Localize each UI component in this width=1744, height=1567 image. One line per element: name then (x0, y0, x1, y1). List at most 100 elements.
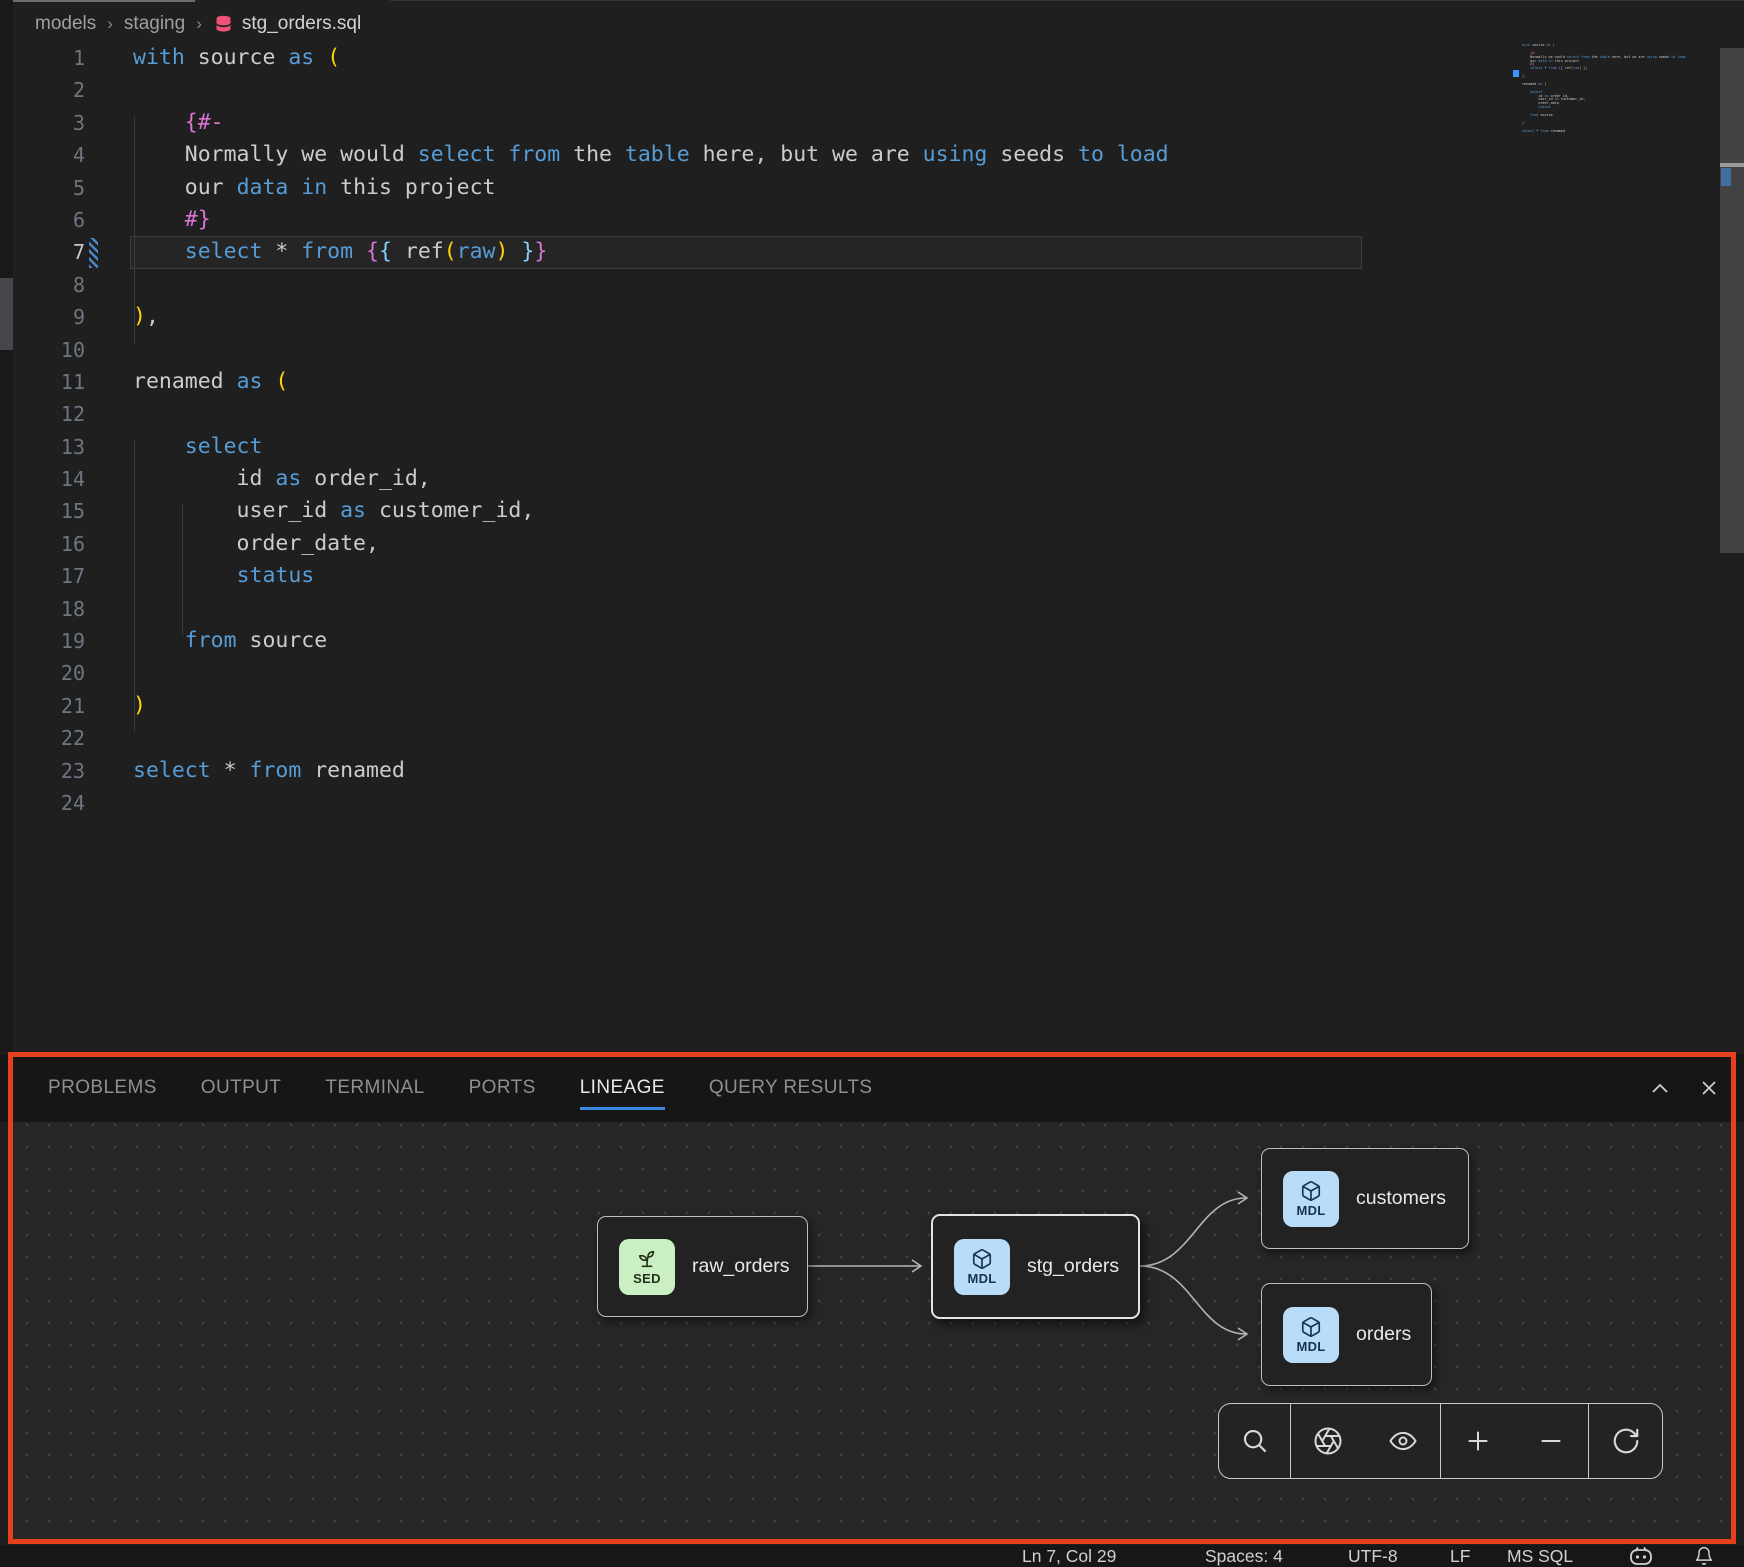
badge-label: MDL (967, 1271, 996, 1286)
minus-icon (1537, 1427, 1565, 1455)
line-number: 3 (0, 107, 85, 139)
line-number: 20 (0, 657, 85, 689)
badge-label: MDL (1296, 1203, 1325, 1218)
editor-scrollbar[interactable] (1720, 44, 1744, 1052)
code-line: 15 user_id as customer_id, (0, 495, 1744, 527)
refresh-button[interactable] (1589, 1404, 1662, 1478)
tab-problems[interactable]: PROBLEMS (48, 1077, 157, 1099)
code-line: 9), (0, 301, 1744, 333)
badge-label: SED (633, 1271, 661, 1286)
search-icon (1240, 1426, 1270, 1456)
eol-setting[interactable]: LF (1450, 1545, 1470, 1567)
line-number: 22 (0, 722, 85, 754)
minimap[interactable]: with source as ( {#- Normally we would s… (1522, 44, 1690, 174)
panel-tab-bar: PROBLEMS OUTPUT TERMINAL PORTS LINEAGE Q… (0, 1054, 1744, 1122)
cube-icon (1300, 1316, 1322, 1338)
indentation-setting[interactable]: Spaces: 4 (1205, 1545, 1283, 1567)
code-line: 23select * from renamed (0, 755, 1744, 787)
node-label: customers (1356, 1187, 1446, 1210)
node-label: raw_orders (692, 1255, 790, 1278)
code-line: 7 select * from {{ ref(raw) }} (0, 236, 1744, 268)
breadcrumb-item-models[interactable]: models (35, 13, 96, 35)
code-line: 21) (0, 690, 1744, 722)
code-line: 19 from source (0, 625, 1744, 657)
line-number: 24 (0, 787, 85, 819)
notifications-bell-icon[interactable] (1694, 1546, 1714, 1567)
breadcrumb-item-staging[interactable]: staging (124, 13, 185, 35)
breadcrumb-separator: › (107, 14, 113, 34)
database-icon (213, 14, 234, 35)
node-label: stg_orders (1027, 1255, 1119, 1278)
code-line: 16 order_date, (0, 528, 1744, 560)
code-line: 3 {#- (0, 107, 1744, 139)
refresh-icon (1611, 1426, 1641, 1456)
breadcrumb: models › staging › stg_orders.sql (35, 8, 361, 40)
breadcrumb-item-file[interactable]: stg_orders.sql (213, 13, 361, 35)
code-editor[interactable]: 1with source as (23 {#-4 Normally we wou… (0, 42, 1744, 1052)
code-line: 12 (0, 398, 1744, 430)
tab-query-results[interactable]: QUERY RESULTS (709, 1077, 873, 1099)
line-number: 5 (0, 172, 85, 204)
line-number: 19 (0, 625, 85, 657)
minimap-modified-marker (1513, 70, 1519, 77)
zoom-out-button[interactable] (1515, 1404, 1589, 1478)
code-line: 22 (0, 722, 1744, 754)
lineage-node-raw-orders[interactable]: SED raw_orders (597, 1216, 808, 1317)
close-icon[interactable] (1700, 1079, 1718, 1097)
tab-output[interactable]: OUTPUT (201, 1077, 282, 1099)
cube-icon (971, 1248, 993, 1270)
line-number: 6 (0, 204, 85, 236)
window-top-border (390, 0, 1744, 1)
lineage-node-orders[interactable]: MDL orders (1261, 1283, 1432, 1386)
model-badge: MDL (954, 1239, 1010, 1295)
zoom-in-button[interactable] (1441, 1404, 1515, 1478)
code-line: 5 our data in this project (0, 172, 1744, 204)
tab-ports[interactable]: PORTS (469, 1077, 536, 1099)
search-button[interactable] (1219, 1404, 1290, 1478)
line-number: 17 (0, 560, 85, 592)
lineage-node-stg-orders[interactable]: MDL stg_orders (931, 1214, 1140, 1319)
copilot-robot-icon[interactable] (1628, 1546, 1654, 1567)
seed-sprout-icon (636, 1248, 658, 1270)
code-line: 24 (0, 787, 1744, 819)
line-number: 13 (0, 431, 85, 463)
line-number: 14 (0, 463, 85, 495)
aperture-icon (1313, 1426, 1343, 1456)
vscode-window: models › staging › stg_orders.sql 1with … (0, 0, 1744, 1567)
code-line: 13 select (0, 431, 1744, 463)
cursor-position[interactable]: Ln 7, Col 29 (1022, 1545, 1116, 1567)
plus-icon (1464, 1427, 1492, 1455)
code-line: 20 (0, 657, 1744, 689)
code-line: 17 status (0, 560, 1744, 592)
seed-badge: SED (619, 1239, 675, 1295)
cube-icon (1300, 1180, 1322, 1202)
line-number: 23 (0, 755, 85, 787)
line-number: 2 (0, 74, 85, 106)
line-number: 8 (0, 269, 85, 301)
eye-button[interactable] (1366, 1404, 1441, 1478)
line-number: 9 (0, 301, 85, 333)
line-number: 18 (0, 593, 85, 625)
line-number: 21 (0, 690, 85, 722)
code-line: 1with source as ( (0, 42, 1744, 74)
line-number: 7 (0, 236, 85, 268)
tab-lineage[interactable]: LINEAGE (580, 1077, 665, 1099)
overview-ruler-modified-mark (1721, 168, 1731, 186)
tab-terminal[interactable]: TERMINAL (325, 1077, 424, 1099)
line-number: 4 (0, 139, 85, 171)
encoding-setting[interactable]: UTF-8 (1348, 1545, 1398, 1567)
code-line: 11renamed as ( (0, 366, 1744, 398)
line-number: 1 (0, 42, 85, 74)
code-line: 6 #} (0, 204, 1744, 236)
chevron-up-icon[interactable] (1650, 1081, 1670, 1095)
scrollbar-thumb[interactable] (1720, 48, 1744, 553)
code-line: 4 Normally we would select from the tabl… (0, 139, 1744, 171)
language-mode[interactable]: MS SQL (1507, 1545, 1573, 1567)
aperture-button[interactable] (1291, 1404, 1366, 1478)
status-bar: Ln 7, Col 29 Spaces: 4 UTF-8 LF MS SQL (0, 1545, 1744, 1567)
code-line: 10 (0, 334, 1744, 366)
active-tab-top-border (13, 0, 195, 2)
lineage-node-customers[interactable]: MDL customers (1261, 1148, 1469, 1249)
line-number: 16 (0, 528, 85, 560)
line-number: 10 (0, 334, 85, 366)
